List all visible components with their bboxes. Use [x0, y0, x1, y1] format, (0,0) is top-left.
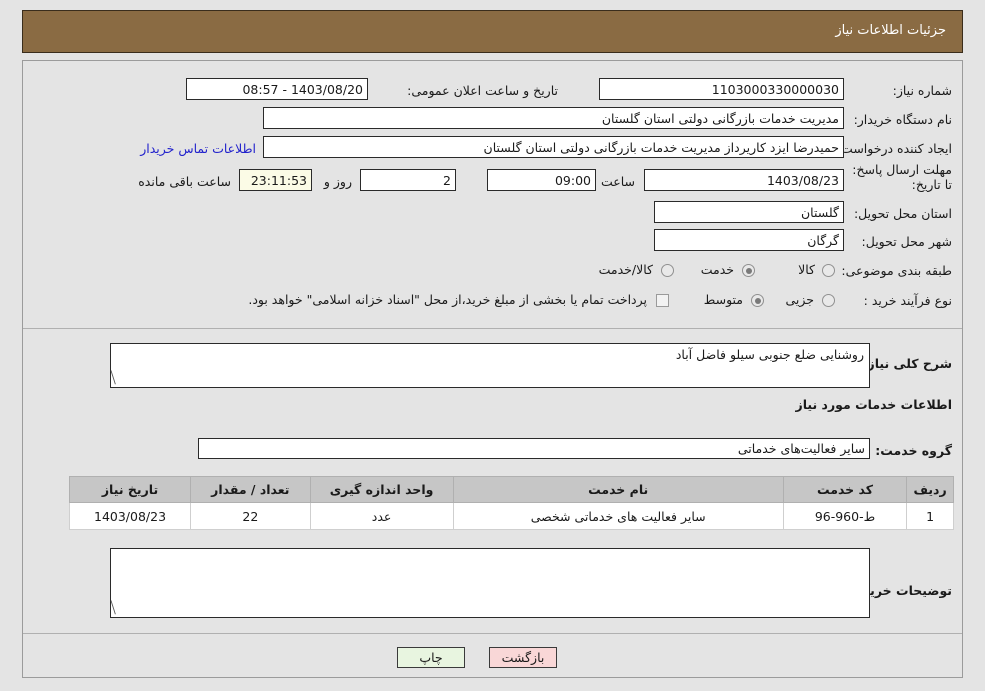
need-number-label: شماره نیاز: — [892, 83, 952, 98]
process-radio-motavaset[interactable] — [751, 294, 764, 307]
process-radio-jozii[interactable] — [822, 294, 835, 307]
back-button[interactable]: بازگشت — [489, 647, 557, 668]
page-header-bar: جزئیات اطلاعات نیاز — [22, 10, 963, 53]
service-group-label: گروه خدمت: — [875, 443, 952, 458]
treasury-bonds-text: پرداخت تمام یا بخشی از مبلغ خرید،از محل … — [248, 292, 647, 307]
col-header-name: نام خدمت — [452, 476, 784, 503]
days-unit-label: روز و — [323, 174, 352, 189]
treasury-bonds-checkbox[interactable] — [656, 294, 669, 307]
purchase-process-label: نوع فرآیند خرید : — [863, 293, 952, 308]
print-button[interactable]: چاپ — [397, 647, 465, 668]
table-row: 1 ط-960-96 سایر فعالیت های خدماتی شخصی ع… — [68, 502, 954, 530]
process-label-motavaset: متوسط — [703, 292, 743, 307]
cell-quantity: 22 — [190, 502, 311, 530]
section-divider-2 — [23, 633, 962, 634]
service-group-input[interactable] — [198, 438, 870, 459]
remaining-days-input[interactable] — [360, 169, 456, 191]
process-label-jozii: جزیی — [785, 292, 814, 307]
category-radio-khedmat[interactable] — [742, 264, 755, 277]
details-panel: شماره نیاز: تاریخ و ساعت اعلان عمومی: نا… — [22, 60, 963, 678]
table-header-row: ردیف کد خدمت نام خدمت واحد اندازه گیری ت… — [68, 476, 954, 503]
need-number-input[interactable] — [599, 78, 844, 100]
page-root: جزئیات اطلاعات نیاز AriaTender.net شماره… — [0, 0, 985, 691]
remaining-hours-label: ساعت باقی مانده — [138, 174, 231, 189]
cell-date: 1403/08/23 — [68, 502, 192, 530]
countdown-timer-input[interactable] — [239, 169, 312, 191]
deadline-date-input[interactable] — [644, 169, 844, 191]
announce-datetime-label: تاریخ و ساعت اعلان عمومی: — [407, 83, 558, 98]
col-header-date: تاریخ نیاز — [68, 476, 192, 503]
general-description-textarea[interactable] — [110, 343, 870, 388]
category-radio-kala-khedmat[interactable] — [661, 264, 674, 277]
category-label-khedmat: خدمت — [700, 262, 734, 277]
response-deadline-label: مهلت ارسال پاسخ: تا تاریخ: — [852, 162, 952, 192]
delivery-province-input[interactable] — [654, 201, 844, 223]
cell-name: سایر فعالیت های خدماتی شخصی — [452, 502, 784, 530]
delivery-city-input[interactable] — [654, 229, 844, 251]
services-section-title: اطلاعات خدمات مورد نیاز — [795, 397, 953, 412]
col-header-code: کد خدمت — [782, 476, 908, 503]
cell-row: 1 — [906, 502, 954, 530]
request-creator-input[interactable] — [263, 136, 844, 158]
subject-category-label: طبقه بندی موضوعی: — [841, 263, 952, 278]
cell-unit: عدد — [309, 502, 454, 530]
request-creator-label: ایجاد کننده درخواست: — [836, 141, 952, 156]
page-title: جزئیات اطلاعات نیاز — [835, 23, 946, 38]
delivery-province-label: استان محل تحویل: — [853, 206, 952, 221]
announce-datetime-input[interactable] — [186, 78, 368, 100]
category-radio-kala[interactable] — [822, 264, 835, 277]
deadline-hour-input[interactable] — [487, 169, 596, 191]
buyer-org-input[interactable] — [263, 107, 844, 129]
delivery-city-label: شهر محل تحویل: — [861, 234, 952, 249]
col-header-row: ردیف — [906, 476, 954, 503]
cell-code: ط-960-96 — [782, 502, 908, 530]
general-description-label: شرح کلی نیاز: — [862, 356, 952, 371]
buyer-notes-textarea[interactable] — [110, 548, 870, 618]
category-label-kala-khedmat: کالا/خدمت — [598, 262, 653, 277]
col-header-unit: واحد اندازه گیری — [309, 476, 454, 503]
col-header-quantity: تعداد / مقدار — [190, 476, 311, 503]
services-table: ردیف کد خدمت نام خدمت واحد اندازه گیری ت… — [68, 476, 954, 530]
section-divider-1 — [23, 328, 962, 329]
buyer-org-label: نام دستگاه خریدار: — [853, 112, 952, 127]
deadline-hour-label: ساعت — [600, 174, 635, 189]
category-label-kala: کالا — [798, 262, 815, 277]
buyer-contact-link[interactable]: اطلاعات تماس خریدار — [140, 141, 256, 156]
